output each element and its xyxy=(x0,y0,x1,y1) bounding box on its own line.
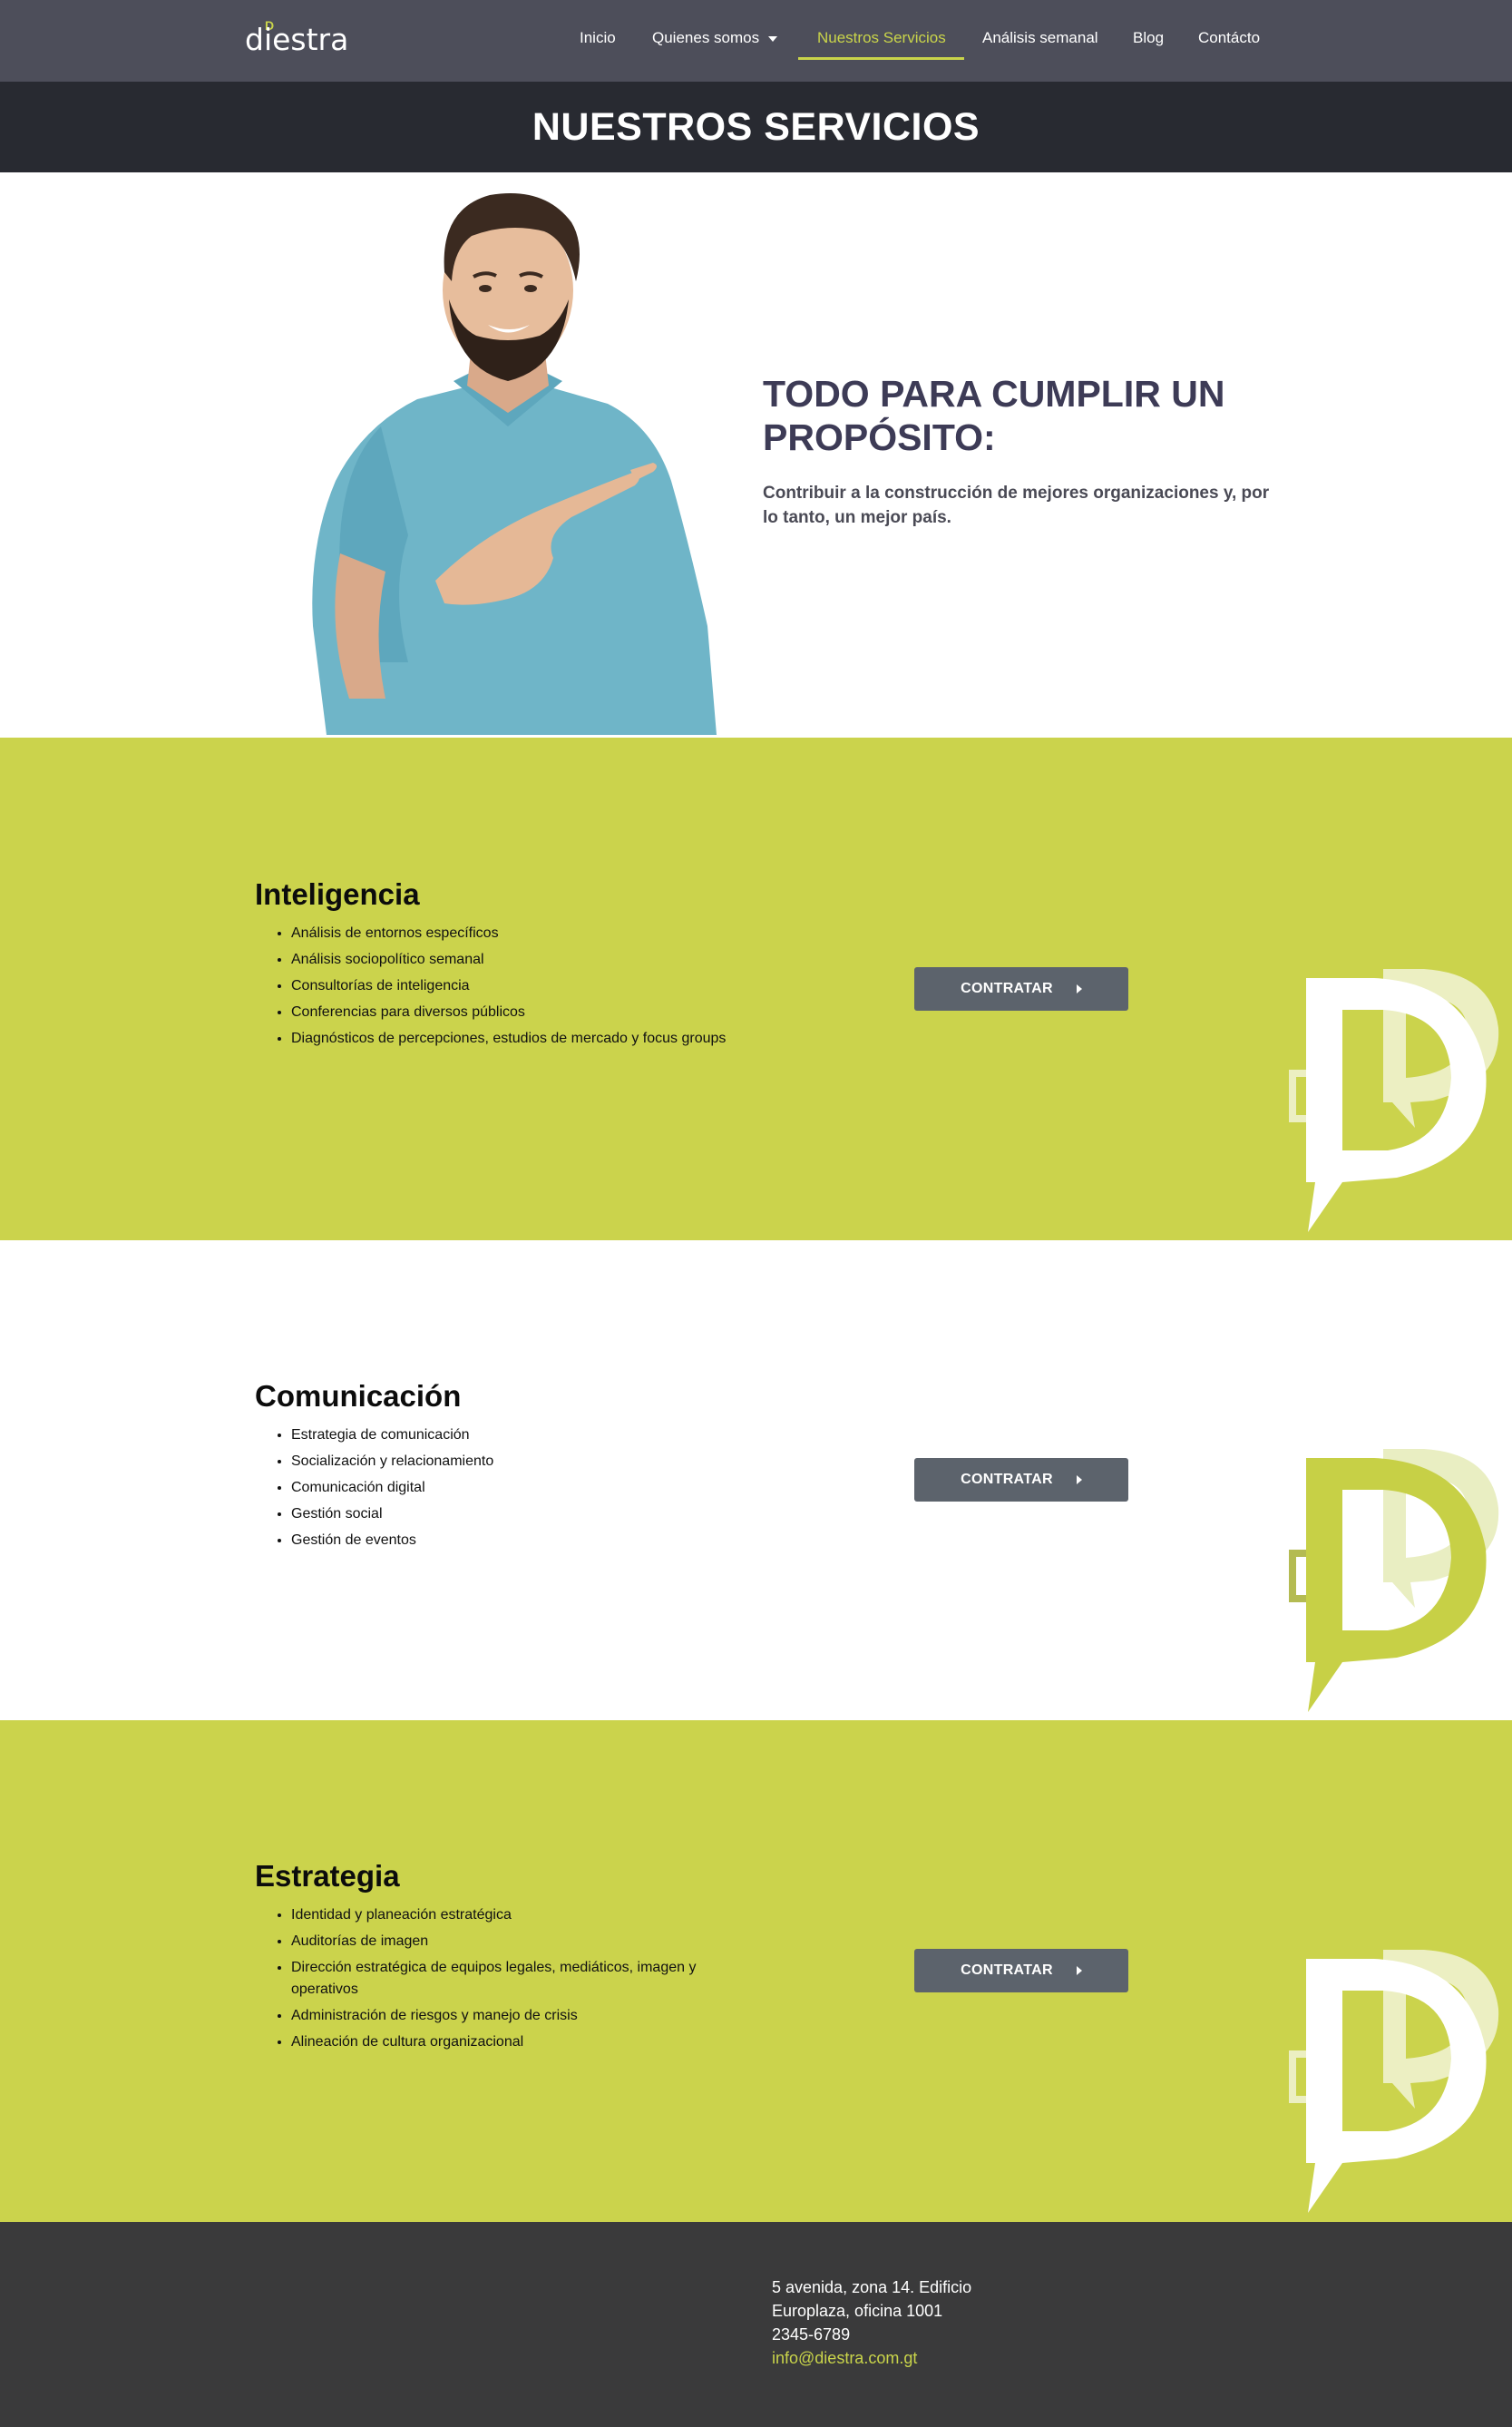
list-item: Conferencias para diversos públicos xyxy=(291,1002,745,1023)
list-item: Diagnósticos de percepciones, estudios d… xyxy=(291,1028,745,1050)
active-nav-underline xyxy=(798,57,964,60)
d-logo-decoration xyxy=(1289,969,1499,1232)
service-content: Comunicación Estrategia de comunicación … xyxy=(255,1379,745,1556)
nav-item-quienes-somos-label: Quienes somos xyxy=(652,29,760,46)
list-item: Gestión social xyxy=(291,1503,745,1525)
list-item: Auditorías de imagen xyxy=(291,1931,745,1952)
service-inteligencia: Inteligencia Análisis de entornos especí… xyxy=(0,738,1512,1240)
nav-item-inicio[interactable]: Inicio xyxy=(580,29,616,47)
list-item: Administración de riesgos y manejo de cr… xyxy=(291,2005,745,2027)
nav-item-contacto[interactable]: Contácto xyxy=(1198,29,1260,47)
page-title-banner: NUESTROS SERVICIOS xyxy=(0,82,1512,172)
list-item: Estrategia de comunicación xyxy=(291,1424,745,1446)
service-content: Inteligencia Análisis de entornos especí… xyxy=(255,877,745,1054)
list-item: Identidad y planeación estratégica xyxy=(291,1904,745,1926)
service-list: Identidad y planeación estratégica Audit… xyxy=(255,1904,745,2053)
list-item: Análisis de entornos específicos xyxy=(291,923,745,944)
list-item: Comunicación digital xyxy=(291,1477,745,1499)
footer-address-line2: Europlaza, oficina 1001 xyxy=(772,2302,943,2320)
service-title: Comunicación xyxy=(255,1379,462,1413)
caret-right-icon xyxy=(1076,1475,1082,1484)
service-content: Estrategia Identidad y planeación estrat… xyxy=(255,1859,745,2058)
footer-address-line1: 5 avenida, zona 14. Edificio xyxy=(772,2278,972,2296)
hero-subtitle: Contribuir a la construcción de mejores … xyxy=(763,484,1270,527)
site-footer: 5 avenida, zona 14. Edificio Europlaza, … xyxy=(0,2222,1512,2427)
service-list: Estrategia de comunicación Socialización… xyxy=(255,1424,745,1551)
nav-item-analisis-semanal[interactable]: Análisis semanal xyxy=(982,29,1098,47)
service-comunicacion: Comunicación Estrategia de comunicación … xyxy=(0,1240,1512,1720)
footer-email-link[interactable]: info@diestra.com.gt xyxy=(772,2349,917,2367)
man-pointing-image xyxy=(272,154,726,738)
contratar-button-label: CONTRATAR xyxy=(961,981,1053,996)
list-item: Dirección estratégica de equipos legales… xyxy=(291,1957,745,2001)
footer-phone: 2345-6789 xyxy=(772,2325,851,2344)
contratar-button-label: CONTRATAR xyxy=(961,1472,1053,1487)
hero-text-block: TODO PARA CUMPLIR UN PROPÓSITO: Contribu… xyxy=(763,372,1289,530)
chevron-down-icon[interactable] xyxy=(768,35,778,42)
d-logo-decoration xyxy=(1289,1449,1499,1712)
contratar-button[interactable]: CONTRATAR xyxy=(914,967,1128,1011)
page-title: NUESTROS SERVICIOS xyxy=(532,105,980,149)
hero-title: TODO PARA CUMPLIR UN PROPÓSITO: xyxy=(763,373,1225,458)
footer-contact-info: 5 avenida, zona 14. Edificio Europlaza, … xyxy=(772,2275,1044,2370)
nav-item-quienes-somos[interactable]: Quienes somos xyxy=(652,29,778,47)
list-item: Consultorías de inteligencia xyxy=(291,975,745,997)
list-item: Socialización y relacionamiento xyxy=(291,1451,745,1473)
nav-item-blog[interactable]: Blog xyxy=(1133,29,1164,47)
list-item: Gestión de eventos xyxy=(291,1530,745,1551)
caret-right-icon xyxy=(1076,984,1082,993)
service-title: Estrategia xyxy=(255,1859,400,1893)
nav-item-nuestros-servicios[interactable]: Nuestros Servicios xyxy=(817,29,946,47)
d-logo-decoration xyxy=(1289,1950,1499,2213)
top-navigation: D diestra Inicio Quienes somos Nuestros … xyxy=(0,0,1512,82)
diestra-logo[interactable]: D diestra xyxy=(243,18,348,64)
contratar-button[interactable]: CONTRATAR xyxy=(914,1458,1128,1502)
contratar-button-label: CONTRATAR xyxy=(961,1962,1053,1978)
contratar-button[interactable]: CONTRATAR xyxy=(914,1949,1128,1992)
caret-right-icon xyxy=(1076,1966,1082,1975)
service-title: Inteligencia xyxy=(255,877,420,911)
logo-wordmark: diestra xyxy=(245,22,349,57)
list-item: Alineación de cultura organizacional xyxy=(291,2031,745,2053)
service-list: Análisis de entornos específicos Análisi… xyxy=(255,923,745,1050)
service-estrategia: Estrategia Identidad y planeación estrat… xyxy=(0,1720,1512,2222)
hero-section: TODO PARA CUMPLIR UN PROPÓSITO: Contribu… xyxy=(0,172,1512,738)
list-item: Análisis sociopolítico semanal xyxy=(291,949,745,971)
